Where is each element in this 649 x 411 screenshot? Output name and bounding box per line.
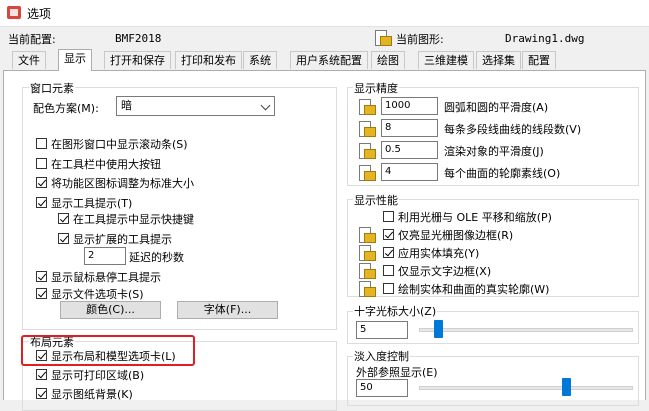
colors-button[interactable]: 颜色(C)...	[60, 301, 161, 319]
tab-3d-modeling[interactable]: 三维建模	[418, 51, 474, 69]
checkbox-tooltips[interactable]	[36, 197, 47, 208]
polyline-segments-label: 每条多段线曲线的线段数(V)	[444, 123, 582, 136]
current-config-label: 当前配置:	[8, 33, 56, 46]
xref-display-slider-track	[419, 386, 633, 390]
drawing-saved-icon	[359, 263, 376, 279]
option-raster-frame-only-label: 仅亮显光栅图像边框(R)	[398, 229, 514, 242]
title-bar: 选项	[0, 0, 649, 27]
checkbox-printable-area[interactable]	[36, 369, 47, 380]
fonts-button[interactable]: 字体(F)...	[177, 301, 278, 319]
checkbox-rollover-tooltips[interactable]	[36, 271, 47, 282]
checkbox-ribbon-icons[interactable]	[36, 177, 47, 188]
current-config-value: BMF2018	[115, 32, 162, 45]
current-drawing-label: 当前图形:	[396, 33, 444, 46]
display-performance-title: 显示性能	[353, 192, 399, 208]
checkbox-true-silhouettes[interactable]	[383, 283, 394, 294]
arc-smoothness-label: 圆弧和圆的平滑度(A)	[444, 101, 549, 114]
color-scheme-value: 暗	[121, 99, 132, 112]
tab-system[interactable]: 系统	[243, 51, 277, 69]
crosshair-size-input[interactable]: 5	[356, 321, 408, 339]
option-file-tabs-label: 显示文件选项卡(S)	[51, 288, 144, 301]
delay-seconds-label: 延迟的秒数	[129, 251, 184, 264]
render-smoothness-input[interactable]: 0.5	[381, 141, 438, 159]
drawing-file-icon	[375, 30, 392, 46]
fade-control-title: 淡入度控制	[353, 348, 410, 364]
drawing-saved-icon	[359, 121, 376, 137]
option-tooltips-label: 显示工具提示(T)	[51, 197, 133, 210]
color-scheme-select[interactable]: 暗	[116, 96, 275, 116]
option-scrollbars-label: 在图形窗口中显示滚动条(S)	[51, 138, 188, 151]
option-text-frame-only-label: 仅显示文字边框(X)	[398, 265, 492, 278]
delay-seconds-input[interactable]: 2	[84, 247, 126, 265]
xref-display-label: 外部参照显示(E)	[356, 366, 438, 379]
tab-display[interactable]: 显示	[58, 49, 92, 71]
option-tooltip-shortcuts-label: 在工具提示中显示快捷键	[73, 213, 194, 226]
display-resolution-title: 显示精度	[353, 80, 399, 96]
current-drawing-value: Drawing1.dwg	[505, 32, 585, 45]
option-true-silhouettes-label: 绘制实体和曲面的真实轮廓(W)	[398, 283, 550, 296]
highlight-annotation-box	[21, 335, 195, 366]
polyline-segments-input[interactable]: 8	[381, 119, 438, 137]
arc-smoothness-input[interactable]: 1000	[381, 97, 438, 115]
checkbox-paper-background[interactable]	[36, 388, 47, 399]
checkbox-raster-ole-pan[interactable]	[383, 211, 394, 222]
option-raster-ole-pan-label: 利用光栅与 OLE 平移和缩放(P)	[398, 211, 552, 224]
app-icon	[7, 6, 21, 19]
tab-open-save[interactable]: 打开和保存	[104, 51, 171, 69]
checkbox-text-frame-only[interactable]	[383, 265, 394, 276]
xref-display-slider-thumb[interactable]	[561, 378, 571, 396]
checkbox-tooltip-shortcuts[interactable]	[58, 213, 69, 224]
drawing-saved-icon	[359, 99, 376, 115]
option-ribbon-icons-label: 将功能区图标调整为标准大小	[51, 177, 194, 190]
option-rollover-tooltips-label: 显示鼠标悬停工具提示	[51, 271, 161, 284]
crosshair-size-title: 十字光标大小(Z)	[353, 303, 438, 319]
drawing-saved-icon	[359, 281, 376, 297]
tab-selection[interactable]: 选择集	[476, 51, 521, 69]
render-smoothness-label: 渲染对象的平滑度(J)	[444, 145, 544, 158]
option-printable-area-label: 显示可打印区域(B)	[51, 369, 145, 382]
contour-lines-label: 每个曲面的轮廓素线(O)	[444, 167, 561, 180]
checkbox-extended-tooltips[interactable]	[58, 233, 69, 244]
window-elements-title: 窗口元素	[29, 80, 75, 96]
crosshair-size-slider-track	[419, 328, 633, 332]
option-extended-tooltips-label: 显示扩展的工具提示	[73, 233, 172, 246]
drawing-saved-icon	[359, 165, 376, 181]
option-large-buttons-label: 在工具栏中使用大按钮	[51, 158, 161, 171]
tab-file[interactable]: 文件	[12, 51, 46, 69]
tab-plot-publish[interactable]: 打印和发布	[175, 51, 242, 69]
checkbox-file-tabs[interactable]	[36, 288, 47, 299]
checkbox-solid-fill[interactable]	[383, 247, 394, 258]
crosshair-size-slider-thumb[interactable]	[434, 320, 444, 338]
tab-drafting[interactable]: 绘图	[371, 51, 405, 69]
drawing-saved-icon	[359, 143, 376, 159]
drawing-saved-icon	[359, 227, 376, 243]
xref-display-input[interactable]: 50	[356, 379, 408, 397]
chevron-down-icon	[260, 100, 271, 111]
checkbox-large-buttons[interactable]	[36, 158, 47, 169]
tab-user-preferences[interactable]: 用户系统配置	[290, 51, 368, 69]
drawing-saved-icon	[359, 245, 376, 261]
window-title: 选项	[27, 7, 52, 21]
checkbox-raster-frame-only[interactable]	[383, 229, 394, 240]
checkbox-scrollbars[interactable]	[36, 138, 47, 149]
tab-profiles[interactable]: 配置	[522, 51, 556, 69]
contour-lines-input[interactable]: 4	[381, 163, 438, 181]
option-solid-fill-label: 应用实体填充(Y)	[398, 247, 480, 260]
color-scheme-label: 配色方案(M):	[33, 102, 99, 115]
